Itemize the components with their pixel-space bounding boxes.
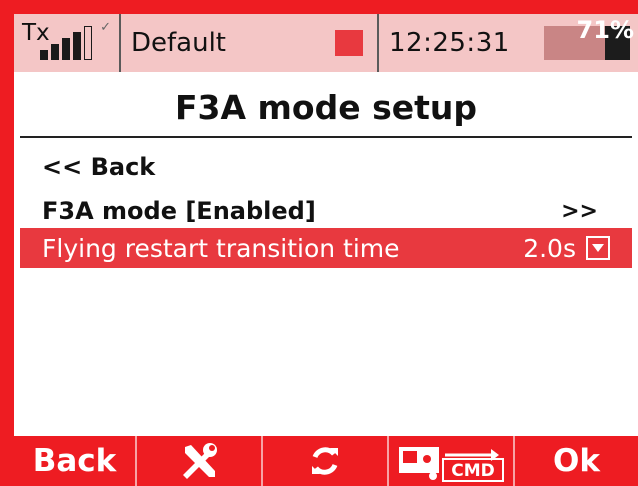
menu-item-flying-restart-time[interactable]: Flying restart transition time 2.0s	[20, 228, 632, 268]
title-divider	[20, 136, 632, 138]
transmitter-cmd-icon: CMD	[399, 447, 504, 482]
refresh-icon	[312, 447, 338, 475]
main-panel: F3A mode setup << Back F3A mode [Enabled…	[14, 72, 638, 436]
record-indicator-icon	[335, 30, 363, 56]
footer-ok-button[interactable]: Ok	[513, 436, 638, 486]
footer-bar: Back CMD Ok	[14, 436, 638, 486]
clock: 12:25:31	[379, 14, 536, 72]
tx-signal-indicator: Tx ✓	[14, 14, 121, 72]
cmd-label: CMD	[451, 461, 495, 481]
status-bar: Tx ✓ Default 12:25:31 71%	[14, 14, 638, 72]
signal-bars-icon	[40, 26, 92, 60]
footer-refresh-button[interactable]	[261, 436, 387, 486]
flying-restart-value-select[interactable]: 2.0s	[523, 234, 610, 263]
battery-percent: 71%	[576, 16, 634, 44]
footer-cmd-button[interactable]: CMD	[387, 436, 513, 486]
menu-item-f3a-mode[interactable]: F3A mode [Enabled] >>	[20, 192, 632, 230]
submenu-arrow-icon: >>	[561, 198, 598, 224]
telemetry-check-icon: ✓	[100, 20, 111, 35]
flying-restart-value: 2.0s	[523, 233, 576, 263]
clock-time: 12:25:31	[389, 28, 510, 58]
footer-back-button[interactable]: Back	[14, 436, 135, 486]
footer-ok-label: Ok	[553, 443, 600, 479]
menu-item-back-label: << Back	[42, 153, 156, 181]
menu-item-f3a-mode-label: F3A mode [Enabled]	[42, 197, 316, 225]
battery-indicator: 71%	[536, 14, 638, 72]
title-area: F3A mode setup	[14, 72, 638, 136]
dropdown-arrow-icon[interactable]	[586, 236, 610, 260]
footer-back-label: Back	[32, 443, 117, 479]
profile-name: Default	[131, 28, 226, 58]
menu-item-back[interactable]: << Back	[20, 148, 632, 186]
menu-item-flying-restart-label: Flying restart transition time	[42, 233, 400, 263]
page-title: F3A mode setup	[175, 88, 477, 127]
model-profile: Default	[121, 14, 379, 72]
footer-tools-button[interactable]	[135, 436, 261, 486]
wrench-screwdriver-icon	[183, 443, 217, 479]
